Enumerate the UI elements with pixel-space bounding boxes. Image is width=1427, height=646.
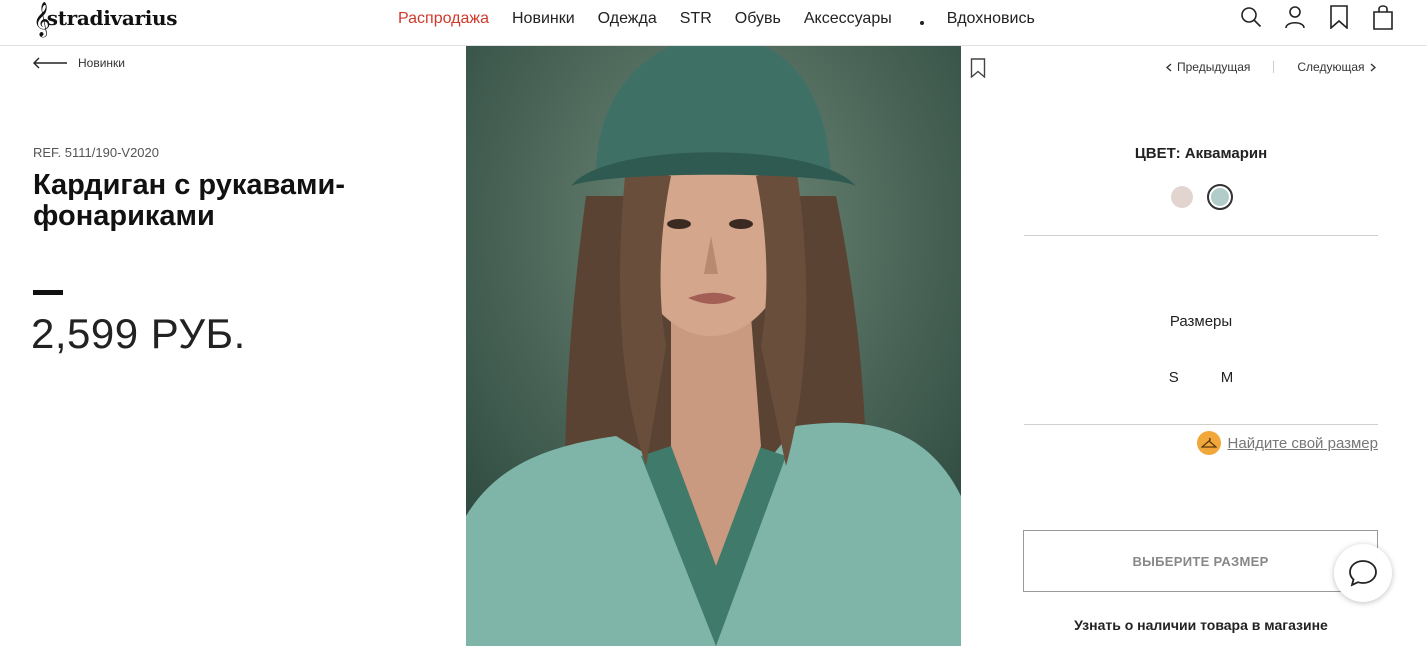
select-size-button[interactable]: ВЫБЕРИТЕ РАЗМЕР bbox=[1023, 530, 1378, 592]
nav-item-shoes[interactable]: Обувь bbox=[735, 10, 781, 28]
nav-item-clothing[interactable]: Одежда bbox=[598, 10, 657, 28]
model-illustration bbox=[466, 46, 961, 646]
price-divider bbox=[33, 290, 63, 295]
next-product-link[interactable]: Следующая bbox=[1297, 60, 1376, 74]
size-s[interactable]: S bbox=[1169, 369, 1179, 386]
color-label: ЦВЕТ: Аквамарин bbox=[1134, 145, 1268, 162]
bookmark-icon[interactable] bbox=[1327, 4, 1351, 30]
nav-separator bbox=[1273, 61, 1275, 73]
divider bbox=[1024, 424, 1378, 425]
divider bbox=[1024, 235, 1378, 236]
logo-text: stradivarius bbox=[46, 6, 178, 30]
nav-dot-separator bbox=[919, 21, 924, 25]
swatch-beige[interactable] bbox=[1171, 186, 1193, 208]
store-availability-link[interactable]: Узнать о наличии товара в магазине bbox=[1024, 617, 1378, 633]
nav-item-str[interactable]: STR bbox=[680, 10, 712, 28]
prev-label: Предыдущая bbox=[1177, 60, 1251, 74]
nav-item-new[interactable]: Новинки bbox=[512, 10, 575, 28]
back-link[interactable]: Новинки bbox=[33, 56, 125, 70]
color-swatches bbox=[1024, 184, 1378, 210]
product-price: 2,599 РУБ. bbox=[31, 310, 246, 357]
arrow-left-icon bbox=[33, 57, 67, 69]
find-size-link[interactable]: Найдите свой размер bbox=[1196, 431, 1378, 455]
search-icon[interactable] bbox=[1239, 4, 1263, 30]
chevron-left-icon bbox=[1166, 62, 1172, 72]
product-navigation: Предыдущая Следующая bbox=[1166, 60, 1376, 74]
hanger-icon bbox=[1196, 431, 1221, 455]
sizes-label: Размеры bbox=[1169, 313, 1233, 330]
header-icons bbox=[1239, 4, 1395, 30]
product-title: Кардиган с рукавами-фонариками bbox=[33, 169, 345, 232]
prev-product-link[interactable]: Предыдущая bbox=[1166, 60, 1250, 74]
back-link-label: Новинки bbox=[78, 56, 125, 70]
bag-icon[interactable] bbox=[1371, 4, 1395, 30]
find-size-label: Найдите свой размер bbox=[1227, 434, 1378, 452]
site-header: 𝄞 stradivarius Распродажа Новинки Одежда… bbox=[0, 0, 1427, 46]
chat-bubble-icon bbox=[1349, 560, 1377, 587]
chat-button[interactable] bbox=[1334, 544, 1392, 602]
nav-item-sale[interactable]: Распродажа bbox=[398, 10, 489, 28]
account-icon[interactable] bbox=[1283, 4, 1307, 30]
size-options: S M bbox=[1024, 369, 1378, 386]
next-label: Следующая bbox=[1297, 60, 1365, 74]
nav-item-accessories[interactable]: Аксессуары bbox=[804, 10, 892, 28]
product-ref: REF. 5111/190-V2020 bbox=[33, 145, 159, 160]
size-m[interactable]: M bbox=[1221, 369, 1234, 386]
wishlist-bookmark-icon[interactable] bbox=[970, 58, 986, 83]
swatch-aquamarine[interactable] bbox=[1207, 184, 1233, 210]
chevron-right-icon bbox=[1370, 62, 1376, 72]
main-nav: Распродажа Новинки Одежда STR Обувь Аксе… bbox=[398, 8, 1035, 30]
logo[interactable]: 𝄞 stradivarius bbox=[33, 2, 178, 35]
nav-item-inspire[interactable]: Вдохновись bbox=[947, 10, 1035, 28]
product-photo[interactable] bbox=[466, 46, 961, 646]
